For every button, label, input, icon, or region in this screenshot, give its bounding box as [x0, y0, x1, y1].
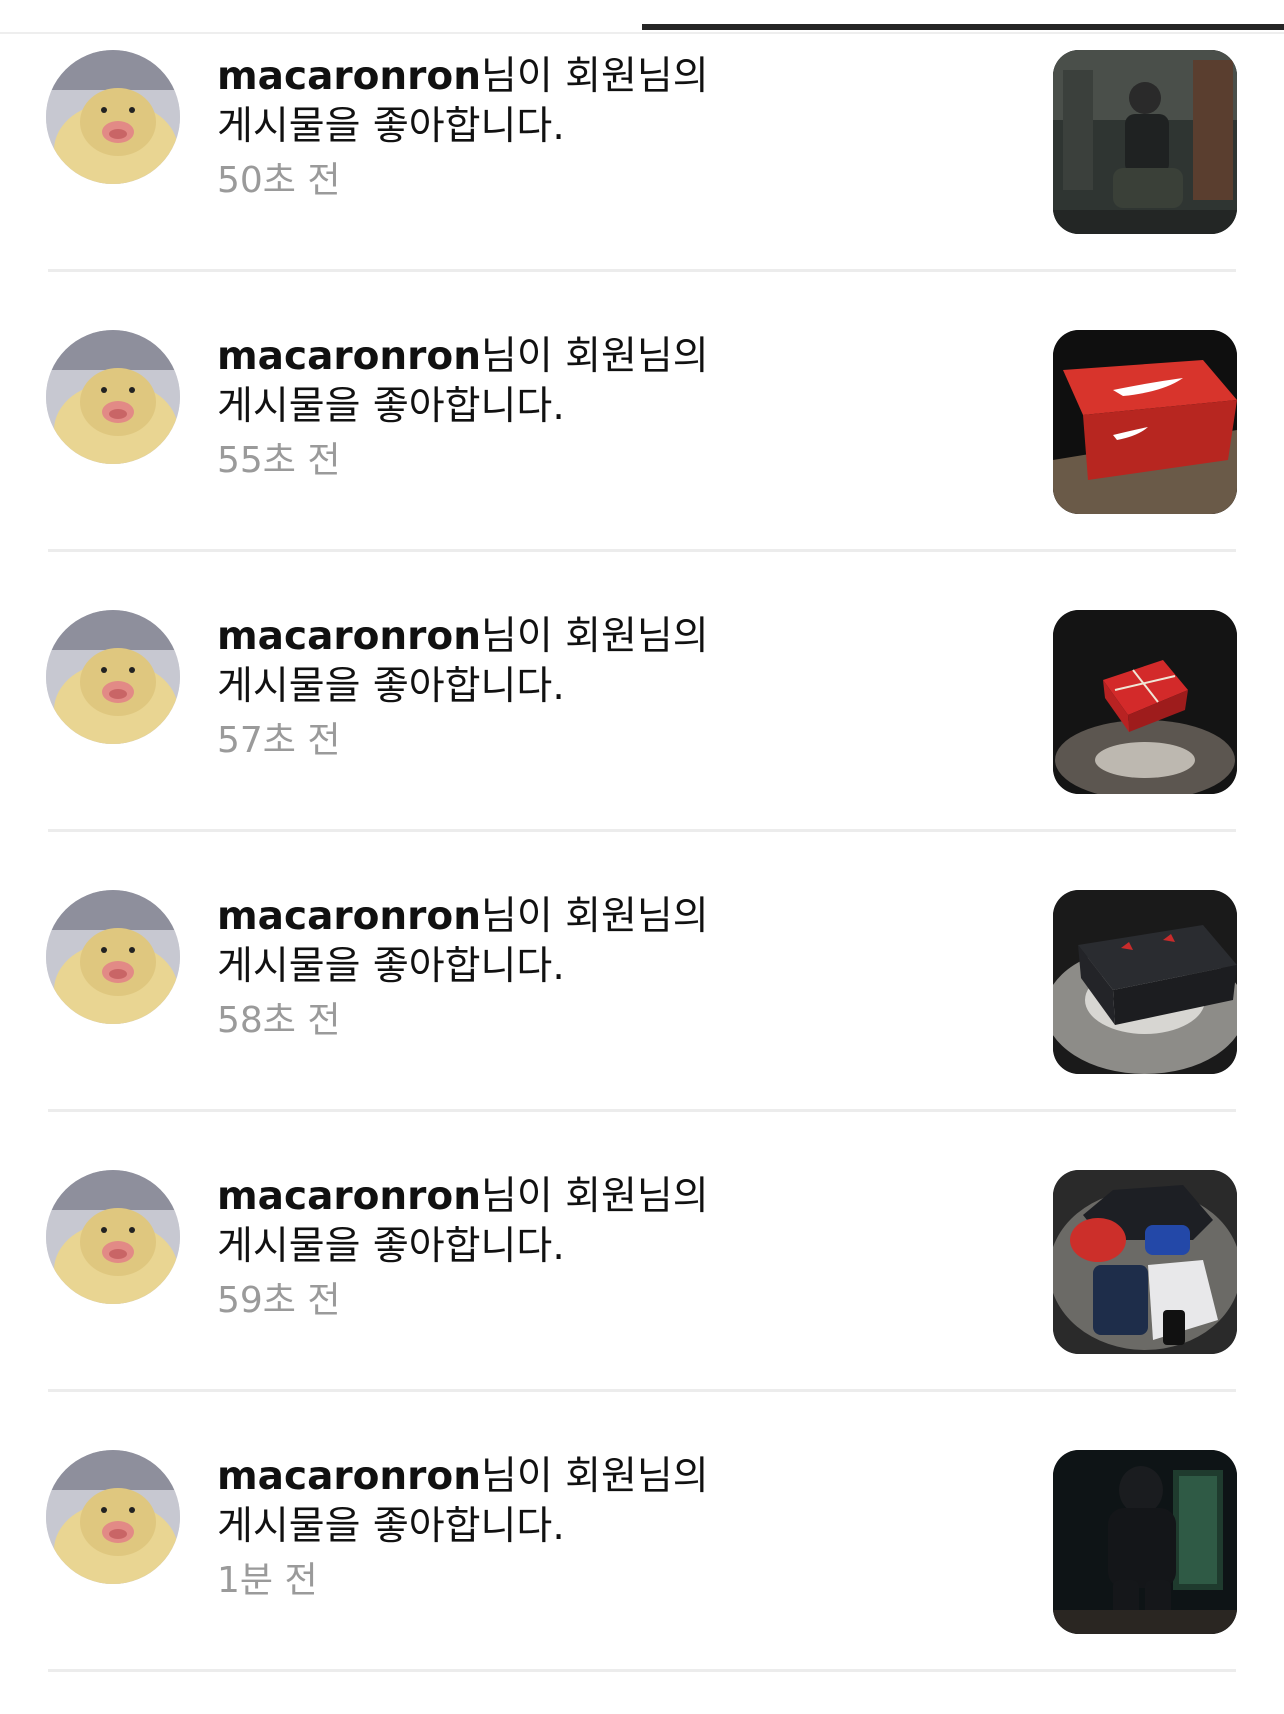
post-thumbnail[interactable]	[1053, 50, 1237, 234]
notification-text: macaronron님이 회원님의 게시물을 좋아합니다. 59초 전	[217, 1172, 817, 1326]
post-thumbnail[interactable]	[1053, 330, 1237, 514]
notification-line-2: 게시물을 좋아합니다.	[217, 104, 565, 149]
notification-item[interactable]: macaronron님이 회원님의 게시물을 좋아합니다. 50초 전	[0, 34, 1284, 314]
divider	[48, 1109, 1236, 1112]
action-text: 님이 회원님의	[480, 894, 709, 939]
notification-item[interactable]: macaronron님이 회원님의 게시물을 좋아합니다. 58초 전	[0, 874, 1284, 1154]
username-link[interactable]: macaronron	[217, 54, 481, 99]
notification-line-1: macaronron님이 회원님의	[217, 892, 817, 942]
notification-text: macaronron님이 회원님의 게시물을 좋아합니다. 57초 전	[217, 612, 817, 766]
notification-line-1: macaronron님이 회원님의	[217, 332, 817, 382]
duckling-avatar-icon[interactable]	[46, 610, 180, 744]
notification-list: macaronron님이 회원님의 게시물을 좋아합니다. 50초 전 maca…	[0, 34, 1284, 1714]
notification-line-2: 게시물을 좋아합니다.	[217, 944, 565, 989]
timestamp: 57초 전	[217, 720, 341, 761]
action-text: 님이 회원님의	[480, 614, 709, 659]
username-link[interactable]: macaronron	[217, 614, 481, 659]
duckling-avatar-icon[interactable]	[46, 1170, 180, 1304]
post-thumbnail[interactable]	[1053, 890, 1237, 1074]
divider	[48, 549, 1236, 552]
duckling-avatar-icon[interactable]	[46, 50, 180, 184]
notification-line-1: macaronron님이 회원님의	[217, 52, 817, 102]
divider	[48, 1669, 1236, 1672]
post-thumbnail[interactable]	[1053, 610, 1237, 794]
notification-text: macaronron님이 회원님의 게시물을 좋아합니다. 55초 전	[217, 332, 817, 486]
notification-item[interactable]: macaronron님이 회원님의 게시물을 좋아합니다. 59초 전	[0, 1154, 1284, 1434]
notification-line-2: 게시물을 좋아합니다.	[217, 384, 565, 429]
action-text: 님이 회원님의	[480, 1174, 709, 1219]
duckling-avatar-icon[interactable]	[46, 330, 180, 464]
timestamp: 59초 전	[217, 1280, 341, 1321]
post-thumbnail[interactable]	[1053, 1170, 1237, 1354]
post-thumbnail[interactable]	[1053, 1450, 1237, 1634]
notification-text: macaronron님이 회원님의 게시물을 좋아합니다. 50초 전	[217, 52, 817, 206]
notification-line-2: 게시물을 좋아합니다.	[217, 1504, 565, 1549]
active-tab-indicator	[642, 24, 1284, 30]
timestamp: 1분 전	[217, 1560, 318, 1601]
timestamp: 55초 전	[217, 440, 341, 481]
action-text: 님이 회원님의	[480, 1454, 709, 1499]
username-link[interactable]: macaronron	[217, 334, 481, 379]
divider	[48, 269, 1236, 272]
notification-text: macaronron님이 회원님의 게시물을 좋아합니다. 58초 전	[217, 892, 817, 1046]
username-link[interactable]: macaronron	[217, 1454, 481, 1499]
duckling-avatar-icon[interactable]	[46, 1450, 180, 1584]
timestamp: 58초 전	[217, 1000, 341, 1041]
notification-line-1: macaronron님이 회원님의	[217, 1452, 817, 1502]
action-text: 님이 회원님의	[480, 54, 709, 99]
notification-item[interactable]: macaronron님이 회원님의 게시물을 좋아합니다. 55초 전	[0, 314, 1284, 594]
username-link[interactable]: macaronron	[217, 894, 481, 939]
notification-line-1: macaronron님이 회원님의	[217, 1172, 817, 1222]
divider	[48, 829, 1236, 832]
notification-item[interactable]: macaronron님이 회원님의 게시물을 좋아합니다. 57초 전	[0, 594, 1284, 874]
username-link[interactable]: macaronron	[217, 1174, 481, 1219]
notification-line-2: 게시물을 좋아합니다.	[217, 664, 565, 709]
notification-line-1: macaronron님이 회원님의	[217, 612, 817, 662]
notification-line-2: 게시물을 좋아합니다.	[217, 1224, 565, 1269]
action-text: 님이 회원님의	[480, 334, 709, 379]
notification-text: macaronron님이 회원님의 게시물을 좋아합니다. 1분 전	[217, 1452, 817, 1606]
tab-bar	[0, 0, 1284, 34]
timestamp: 50초 전	[217, 160, 341, 201]
duckling-avatar-icon[interactable]	[46, 890, 180, 1024]
notification-item[interactable]: macaronron님이 회원님의 게시물을 좋아합니다. 1분 전	[0, 1434, 1284, 1714]
divider	[48, 1389, 1236, 1392]
